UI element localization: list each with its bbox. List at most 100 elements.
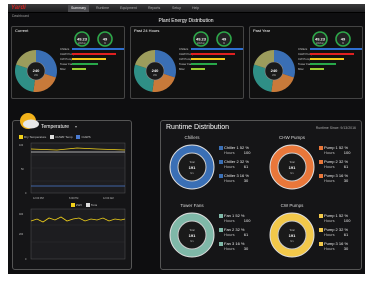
gauge-label-0: kW/ton [316,42,324,45]
item-swatch [319,159,323,164]
runtime-item: Pump 1 52 % Hours 100 [319,213,350,223]
item-hours: 61 [343,232,349,237]
item-hours-label: Hours [224,232,235,237]
bar-fill [191,48,243,50]
bar-fill [191,58,225,60]
energy-bar-row: CHW Pumps [179,52,249,56]
bar-label: Misc [60,67,66,71]
runtime-item: Fan 3 16 % Hours 30 [219,241,248,251]
legend-chwr: CHWR Temp [55,135,73,139]
runtime-center-label: Total [289,229,295,232]
runtime-item: Fan 1 52 % Hours 100 [219,213,250,223]
item-swatch [219,213,223,218]
y-tick-50: 50 [21,168,24,171]
gauge-value-0: 49.23 [315,37,326,42]
tons-chart: 400 200 0 [19,208,126,261]
x-tick-1: 12:00 PM [33,197,44,200]
donut-center-value: 240 [152,68,159,73]
donut-center-unit: kW [34,74,38,77]
item-hours: 100 [343,218,351,223]
gauge-label-0: kW/ton [78,42,86,45]
energy-bar-row: Tower Fans [60,62,130,66]
temperature-title: Temperature [41,124,70,130]
y2-tick-0: 0 [25,258,27,261]
bar-fill [310,63,336,65]
bar-fill [310,58,344,60]
y-tick-0: 0 [25,192,27,195]
donut-center-value: 240 [33,68,40,73]
runtime-center-value: 191 [289,165,296,170]
runtime-donut-chart: Total191hrs [169,212,215,258]
tab-reports[interactable]: Reports [148,5,160,12]
energy-bar-row: Tower Fans [179,62,249,66]
item-swatch [219,173,223,178]
item-hours: 100 [343,150,351,155]
runtime-since: Runtime Since: 9/13/2016 [315,126,356,130]
item-hours-label: Hours [224,218,235,223]
tab-equipment[interactable]: Equipment [120,5,137,12]
legend-swatch-dry [19,135,23,140]
item-hours-label: Hours [324,232,335,237]
legend-swatch-chwr [50,135,55,140]
runtime-group-title: Tower Fans [180,203,204,208]
y2-tick-200: 200 [19,233,24,236]
tab-setup[interactable]: Setup [172,5,181,12]
runtime-group-title: CW Pumps [280,203,304,208]
energy-bar-row: Misc [60,67,130,71]
page-title: Plant Energy Distribution [158,18,214,24]
item-hours: 30 [343,178,349,183]
energy-bar-row: Tower Fans [298,62,365,66]
x-tick-2: 6:00 PM [69,197,78,200]
donut-center-unit: kW [272,74,276,77]
energy-panel-2: Past Year 240 kW 49.23 kW/ton 49% Chillers CHW … [249,26,363,99]
weather-sun-cloud-icon [20,113,39,129]
item-hours-label: Hours [324,246,335,251]
energy-bar-row: CW Pumps [298,57,365,61]
runtime-center-value: 191 [189,165,196,170]
item-swatch [219,159,223,164]
bar-fill [72,68,86,70]
bar-label: Chillers [298,47,308,51]
tab-summary[interactable]: Summary [68,5,89,12]
bar-fill [191,63,217,65]
item-hours-label: Hours [324,178,335,183]
runtime-donut-chart: Total191hrs [269,212,315,258]
bar-fill [310,48,362,50]
runtime-item: Chiller 3 16 % Hours 30 [219,173,249,183]
item-hours: 30 [343,246,349,251]
item-swatch [219,145,223,150]
legend-chws: CHWS [81,135,91,139]
energy-bar-row: Chillers [60,47,130,51]
runtime-center-label: Total [189,229,195,232]
item-hours-label: Hours [324,218,335,223]
energy-panel-1: Past 24 Hours 240 kW 49.23 kW/ton 49% Chillers… [130,26,244,99]
y-tick-100: 100 [19,144,24,147]
item-hours: 100 [243,150,251,155]
tab-runtime[interactable]: Runtime [96,5,109,12]
app-logo: Yardi [11,5,26,11]
energy-bars: Chillers CHW Pumps CW Pumps Tower Fans Misc [60,47,130,72]
bar-fill [310,53,354,55]
dashboard-window: Yardi Summary Runtime Equipment Reports … [8,4,365,274]
runtime-distribution-panel: Runtime Distribution Runtime Since: 9/13… [160,120,362,270]
gauge-value-0: 49.23 [196,37,207,42]
temperature-menu-icon[interactable]: ▾ [75,124,77,129]
bar-fill [310,68,324,70]
energy-bar-row: CHW Pumps [60,52,130,56]
gauge-label-0: kW/ton [197,42,205,45]
gauge-value-1: 49 [103,37,108,42]
bar-label: Chillers [60,47,70,51]
item-hours: 61 [343,164,349,169]
tab-help[interactable]: Help [192,5,199,12]
bar-fill [72,58,106,60]
item-swatch [219,241,223,246]
item-swatch [319,145,323,150]
item-hours-label: Hours [224,246,235,251]
temperature-chart: 100 50 0 12:00 PM 6:00 PM 12:00 AM [19,142,126,200]
donut-center-unit: kW [153,74,157,77]
runtime-item: Pump 3 16 % Hours 30 [319,173,348,183]
runtime-center-label: Total [289,161,295,164]
energy-bar-row: Misc [298,67,365,71]
bar-label: Misc [298,67,304,71]
donut-center-value: 240 [271,68,278,73]
